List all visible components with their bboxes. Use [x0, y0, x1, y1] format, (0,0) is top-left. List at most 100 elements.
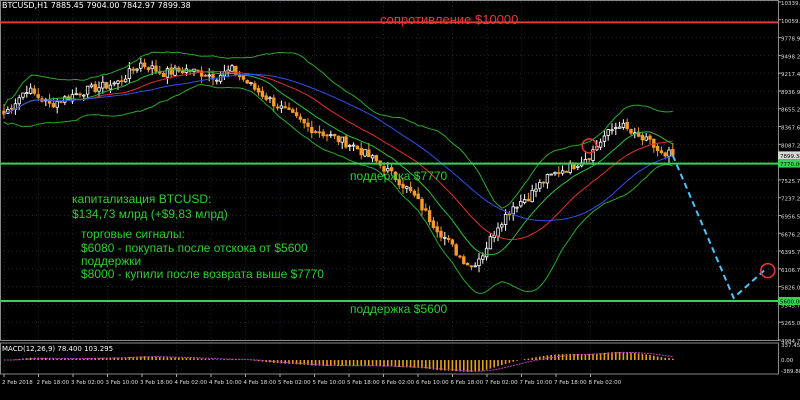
time-tick-label: 4 Feb 18:00 — [244, 380, 277, 386]
candle-body — [135, 68, 139, 71]
candle-body — [602, 135, 607, 142]
price-tick-label: 9498.20 — [781, 54, 800, 60]
candle-body — [655, 145, 660, 152]
candle-body — [427, 210, 432, 223]
candle-body — [667, 149, 671, 157]
candle-body — [325, 134, 329, 137]
time-tick-label: 5 Feb 10:00 — [313, 380, 346, 386]
candle-body — [272, 97, 276, 107]
candle — [454, 243, 458, 257]
candle-body — [617, 126, 622, 129]
candle-body — [275, 106, 280, 109]
candle-body — [484, 247, 489, 258]
candle-body — [446, 237, 451, 240]
candle-body — [294, 112, 299, 117]
time-tick-label: 5 Feb 02:00 — [278, 380, 311, 386]
candle-body — [150, 65, 154, 70]
candle-body — [85, 85, 90, 95]
candle-body — [203, 74, 208, 77]
resistance-label: сопротивление $10000 — [380, 12, 519, 27]
candle-body — [283, 106, 287, 109]
signal-buy-6080: $6080 - покупать после отскока от $5600 — [81, 241, 308, 255]
candle-body — [614, 127, 618, 129]
candle-body — [587, 158, 591, 161]
price-tick-label: 8367.60 — [781, 126, 800, 132]
candle-body — [120, 80, 124, 83]
candle-body — [279, 105, 284, 109]
candle-body — [241, 75, 246, 80]
candle-body — [253, 83, 257, 90]
current-price-badge: 7899.38 — [780, 154, 800, 160]
time-tick-label: 4 Feb 02:00 — [175, 380, 208, 386]
candle-body — [59, 100, 63, 103]
price-tick-label: 9778.95 — [781, 37, 800, 43]
price-tick-label: 6676.20 — [781, 232, 800, 238]
candle-body — [659, 150, 664, 154]
time-tick-label: 3 Feb 02:00 — [71, 380, 104, 386]
candle-body — [496, 227, 500, 237]
candle-body — [344, 136, 348, 148]
price-tick-label: 10059.20 — [781, 19, 800, 25]
candle-body — [116, 80, 120, 84]
signal-buy-6080-cont: поддержки — [81, 254, 142, 268]
candle-body — [336, 135, 341, 142]
candle-body — [545, 174, 550, 184]
support-7770-badge: 7770.00 — [780, 162, 800, 168]
candle-body — [530, 189, 534, 202]
candle-body — [640, 135, 645, 141]
candle-body — [420, 198, 424, 211]
candle-body — [302, 118, 306, 124]
price-tick-label: 7525.70 — [781, 179, 800, 185]
signal-buy-8000: $8000 - купили после возврата выше $7770 — [81, 267, 324, 281]
time-tick-label: 7 Feb 10:00 — [520, 380, 553, 386]
time-tick-label: 3 Feb 18:00 — [140, 380, 173, 386]
candle-body — [207, 74, 211, 77]
time-tick-label: 5 Feb 18:00 — [347, 380, 380, 386]
capitalization-title: капитализация BTCUSD: — [72, 192, 212, 206]
candle-body — [564, 170, 569, 173]
candle-body — [359, 147, 363, 156]
time-tick-label: 7 Feb 18:00 — [554, 380, 587, 386]
time-tick-label: 8 Feb 02:00 — [589, 380, 622, 386]
candle — [245, 79, 249, 85]
price-tick-label: 6395.70 — [781, 250, 800, 256]
time-tick-label: 2 Feb 2018 — [2, 380, 33, 386]
candle-body — [260, 90, 265, 97]
candle-body — [469, 265, 474, 268]
candle-body — [454, 244, 458, 256]
candle-body — [317, 131, 322, 134]
candle-body — [488, 236, 493, 250]
candle-body — [621, 122, 626, 128]
candle-body — [519, 201, 523, 207]
symbol-header: BTCUSD,H1 7885.45 7904.00 7842.97 7899.3… — [2, 1, 191, 10]
candle — [549, 173, 553, 176]
candle-body — [526, 198, 531, 202]
candle-body — [355, 145, 360, 150]
candle-body — [158, 71, 162, 74]
macd-tick-label: 337.455 — [781, 343, 800, 349]
candle-body — [549, 173, 553, 176]
price-tick-label: 5826.00 — [781, 286, 800, 292]
candle-body — [557, 172, 561, 174]
support-7770-label: поддержка $7770 — [350, 169, 448, 183]
candle-body — [412, 190, 417, 196]
candle-body — [503, 214, 508, 225]
price-tick-label: 6106.70 — [781, 268, 800, 274]
candle-body — [401, 183, 405, 189]
candle-body — [131, 68, 135, 71]
candle-body — [424, 208, 428, 211]
candle-body — [17, 97, 21, 105]
support-5600-badge: 5600.00 — [780, 300, 800, 306]
candle-body — [507, 213, 512, 216]
signals-title: торговые сигналы: — [81, 227, 185, 241]
candle-body — [340, 136, 344, 143]
candle-body — [606, 129, 610, 136]
candle-body — [671, 149, 675, 156]
candle-body — [348, 145, 352, 147]
candle-body — [173, 67, 177, 76]
candle-body — [146, 67, 151, 71]
candle-body — [321, 131, 325, 137]
candle-body — [598, 141, 603, 148]
candle — [355, 145, 360, 150]
candle-body — [36, 94, 40, 98]
